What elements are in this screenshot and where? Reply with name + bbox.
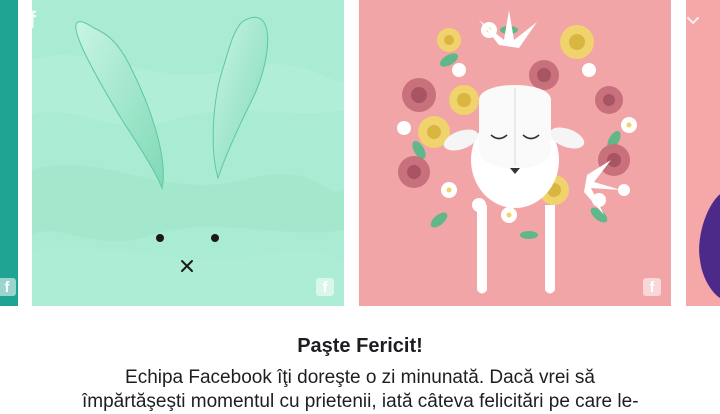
next-card-illustration (686, 0, 720, 306)
facebook-logo-icon: f (316, 278, 334, 296)
caption-body: Echipa Facebook îţi doreşte o zi minunat… (82, 366, 639, 414)
caption-line-1: Echipa Facebook îţi doreşte o zi minunat… (125, 367, 595, 388)
caption-line-2: împărtăşeşti momentul cu prietenii, iată… (82, 391, 639, 412)
facebook-logo-icon: f (0, 278, 16, 296)
caption-title: Paşte Fericit! (297, 335, 423, 357)
facebook-logo-icon: f (643, 278, 661, 296)
card-previous[interactable]: f (0, 0, 18, 306)
card-next[interactable] (686, 0, 720, 306)
card-lamb[interactable]: f (359, 0, 671, 306)
greeting-caption: Paşte Fericit! Echipa Facebook îţi doreş… (0, 306, 720, 412)
facebook-logo-icon: f (28, 7, 36, 34)
bunny-illustration (32, 0, 344, 306)
greeting-card-carousel[interactable]: f f f f (0, 0, 720, 306)
chevron-down-icon[interactable] (684, 14, 702, 28)
card-bunny[interactable]: f (32, 0, 344, 306)
lamb-illustration (359, 0, 671, 306)
